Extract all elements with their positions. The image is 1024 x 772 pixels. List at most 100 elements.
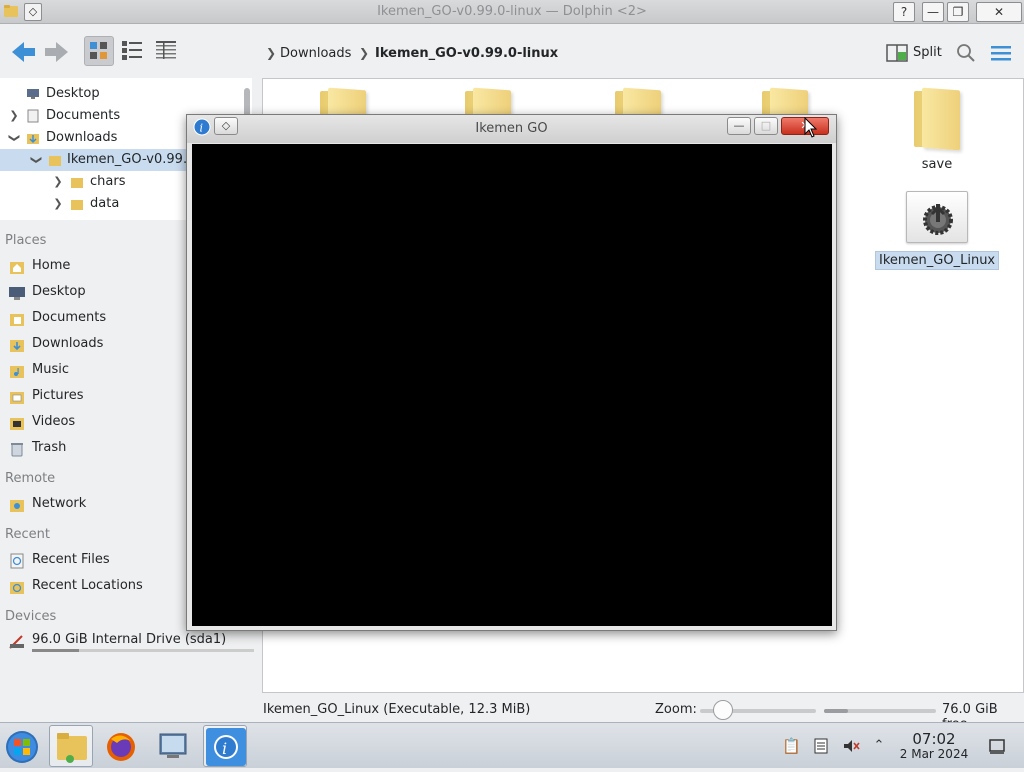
tree-label: chars: [90, 174, 126, 189]
split-label: Split: [913, 45, 942, 60]
details-view-button[interactable]: [152, 36, 182, 66]
tree-item-desktop[interactable]: Desktop: [0, 83, 252, 105]
free-space-bar: [824, 709, 936, 713]
network-folder-icon: [10, 500, 24, 512]
ikemen-title-bar[interactable]: i ◇ Ikemen GO — □ ✕: [187, 115, 836, 143]
place-label: Trash: [32, 440, 67, 455]
place-label: Network: [32, 496, 87, 511]
tree-label: Downloads: [46, 130, 118, 145]
breadcrumb-separator-icon: ❯: [266, 46, 277, 60]
clock-time: 07:02: [912, 730, 956, 748]
recent-files-icon: [10, 553, 24, 569]
start-menu-button[interactable]: [0, 725, 44, 767]
recent-header: Recent: [5, 527, 50, 542]
breadcrumb-downloads[interactable]: Downloads: [280, 46, 351, 61]
firefox-icon: [107, 733, 135, 761]
zoom-slider-knob[interactable]: [713, 700, 734, 720]
tree-label: data: [90, 196, 120, 211]
ikemen-game-canvas[interactable]: [192, 144, 832, 626]
clock-date: 2 Mar 2024: [899, 747, 969, 761]
drive-usage-bar: [32, 649, 254, 652]
place-label: Recent Files: [32, 552, 110, 567]
place-label: Home: [32, 258, 71, 273]
file-label-selected: Ikemen_GO_Linux: [875, 251, 1000, 270]
folder-item-save[interactable]: save: [893, 87, 981, 172]
title-bar: ◇ Ikemen_GO-v0.99.0-linux — Dolphin <2> …: [0, 0, 1024, 24]
devices-header: Devices: [5, 609, 57, 624]
pictures-folder-icon: [10, 392, 24, 404]
taskbar-dolphin-button[interactable]: [49, 725, 93, 767]
remote-header: Remote: [5, 471, 56, 486]
chevron-down-icon[interactable]: ❯: [3, 132, 25, 144]
desktop-icon: [27, 89, 39, 99]
desktop-icon: [9, 287, 25, 300]
clipboard-tray-icon[interactable]: 📋: [782, 737, 801, 755]
place-label: Videos: [32, 414, 76, 429]
status-bar: Ikemen_GO_Linux (Executable, 12.3 MiB) Z…: [0, 698, 1024, 732]
tree-label: Desktop: [46, 86, 100, 101]
folder-icon: [71, 200, 83, 210]
breadcrumb-current-folder[interactable]: Ikemen_GO-v0.99.0-linux: [375, 46, 558, 61]
details-view-icon: [156, 41, 176, 59]
window-title: Ikemen_GO-v0.99.0-linux — Dolphin <2>: [377, 4, 647, 19]
home-folder-icon: [10, 262, 24, 274]
place-label: Documents: [32, 310, 107, 325]
chevron-down-icon[interactable]: ❯: [25, 154, 47, 166]
downloads-folder-icon: [10, 340, 24, 352]
folder-icon: [914, 87, 960, 151]
free-space-fill: [824, 709, 848, 713]
icons-view-button[interactable]: [84, 36, 114, 66]
icons-view-icon: [90, 42, 107, 59]
split-view-icon: [886, 44, 908, 62]
documents-folder-icon: [27, 109, 39, 123]
zoom-label: Zoom:: [655, 702, 697, 717]
close-button[interactable]: ✕: [976, 2, 1022, 22]
maximize-button[interactable]: ❐: [947, 2, 969, 22]
taskbar-system-settings-button[interactable]: [151, 725, 195, 767]
system-settings-icon: [159, 733, 187, 758]
documents-folder-icon: [10, 314, 24, 326]
svg-text:i: i: [222, 739, 227, 758]
place-label: Recent Locations: [32, 578, 143, 593]
places-header: Places: [5, 233, 47, 248]
minimize-button[interactable]: —: [922, 2, 944, 22]
trash-icon: [11, 443, 23, 457]
ikemen-app-icon: i: [206, 728, 246, 766]
ikemen-window[interactable]: i ◇ Ikemen GO — □ ✕: [186, 114, 837, 631]
tree-label: Documents: [46, 108, 121, 123]
back-arrow-icon[interactable]: [8, 38, 38, 66]
chevron-right-icon[interactable]: ❯: [52, 193, 64, 215]
mouse-cursor-icon: [804, 117, 818, 138]
taskbar-ikemen-button[interactable]: i: [203, 725, 247, 767]
breadcrumb-separator-icon: ❯: [359, 46, 370, 60]
volume-muted-icon[interactable]: [842, 737, 860, 755]
toolbar: ❯ Downloads ❯ Ikemen_GO-v0.99.0-linux Sp…: [0, 24, 1024, 78]
notes-tray-icon[interactable]: [812, 737, 830, 755]
chevron-right-icon[interactable]: ❯: [8, 105, 20, 127]
taskbar: i 📋 ⌃ 07:02 2 Mar 2024: [0, 722, 1024, 768]
clock[interactable]: 07:02 2 Mar 2024: [894, 731, 974, 761]
search-icon[interactable]: [956, 43, 976, 63]
tray-expand-chevron-icon[interactable]: ⌃: [870, 737, 888, 755]
ikemen-minimize-button[interactable]: —: [727, 117, 751, 135]
place-label: Music: [32, 362, 69, 377]
hamburger-menu-icon[interactable]: [990, 45, 1012, 61]
ikemen-maximize-button[interactable]: □: [754, 117, 778, 135]
executable-item[interactable]: Ikemen_GO_Linux: [875, 191, 1000, 270]
drive-usage-fill: [32, 649, 79, 652]
status-info: Ikemen_GO_Linux (Executable, 12.3 MiB): [263, 702, 531, 717]
recent-locations-icon: [10, 582, 24, 594]
forward-arrow-icon[interactable]: [42, 38, 72, 66]
compact-view-icon: [122, 41, 142, 60]
place-label: Desktop: [32, 284, 86, 299]
downloads-folder-icon: [27, 134, 39, 144]
music-folder-icon: [10, 366, 24, 378]
videos-folder-icon: [10, 418, 24, 430]
show-desktop-icon[interactable]: [988, 737, 1006, 755]
file-label: save: [921, 157, 953, 172]
compact-view-button[interactable]: [118, 36, 148, 66]
help-button[interactable]: ?: [893, 2, 915, 22]
chevron-right-icon[interactable]: ❯: [52, 171, 64, 193]
place-label: Pictures: [32, 388, 84, 403]
taskbar-firefox-button[interactable]: [99, 725, 143, 767]
